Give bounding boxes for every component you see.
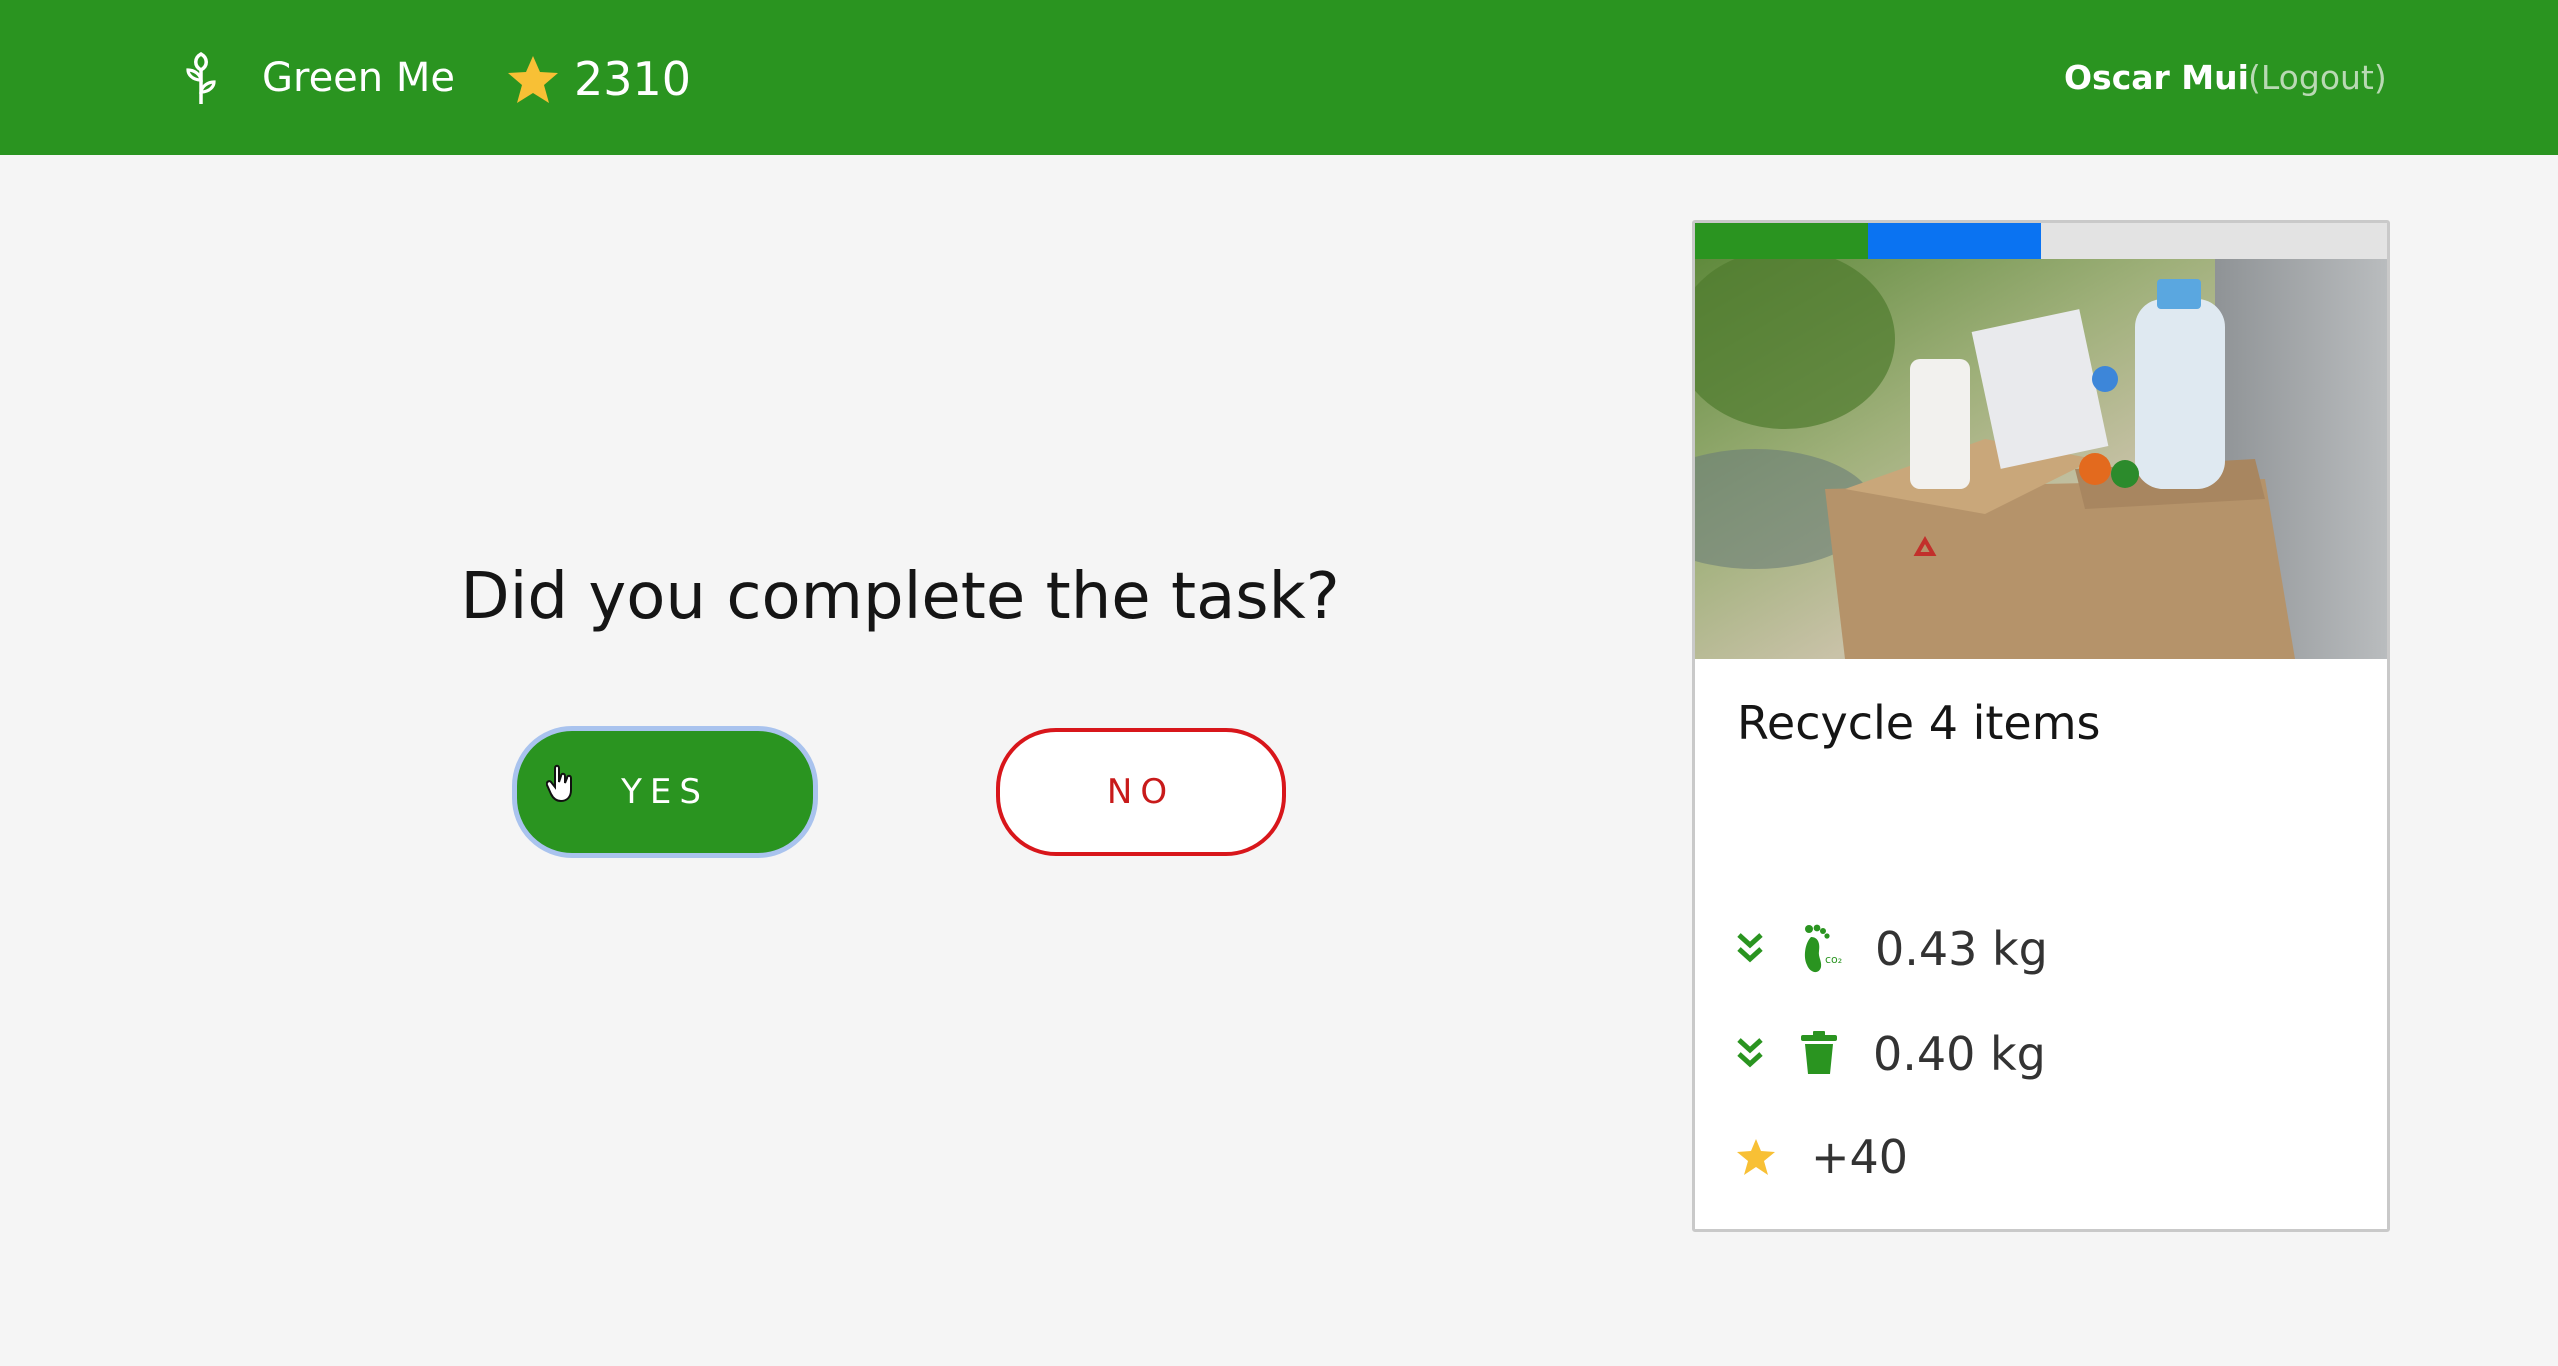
waste-saved-value: 0.40 kg [1873,1027,2046,1081]
points-reward-row: +40 [1735,1123,2355,1193]
progress-segment-2 [1868,223,2041,259]
no-button[interactable]: NO [996,728,1286,856]
double-chevron-down-icon [1737,933,1763,963]
svg-text:co₂: co₂ [1825,953,1842,966]
app-brand-name[interactable]: Green Me [262,52,455,104]
trash-bin-icon [1801,1031,1837,1074]
progress-segment-1 [1695,223,1868,259]
footprint-co2-icon: co₂ [1804,924,1842,973]
points-reward-value: +40 [1811,1130,1909,1184]
task-confirmation-question: Did you complete the task? [460,560,1340,634]
user-name: Oscar Mui [2064,58,2249,97]
star-points-icon [508,56,558,103]
logout-link[interactable]: (Logout) [2248,56,2387,100]
task-card[interactable]: Recycle 4 items co₂ 0.43 kg 0.40 kg +40 [1692,220,2390,1232]
co2-saved-value: 0.43 kg [1875,922,2048,976]
task-title: Recycle 4 items [1737,696,2101,750]
no-button-label: NO [1106,772,1176,812]
task-progress-bar [1695,223,2387,259]
top-navigation-bar: Green Me 2310 Oscar Mui (Logout) [0,0,2558,155]
double-chevron-down-icon [1737,1038,1763,1068]
recycling-box-photo [1695,259,2387,659]
points-total: 2310 [574,52,692,106]
co2-saved-row: co₂ 0.43 kg [1735,913,2355,983]
star-icon [1737,1139,1775,1175]
yes-button-label: YES [621,772,709,812]
progress-segment-3 [2041,223,2387,259]
sprout-logo-icon [186,51,216,104]
hand-cursor-icon [546,764,572,803]
waste-saved-row: 0.40 kg [1735,1018,2355,1088]
